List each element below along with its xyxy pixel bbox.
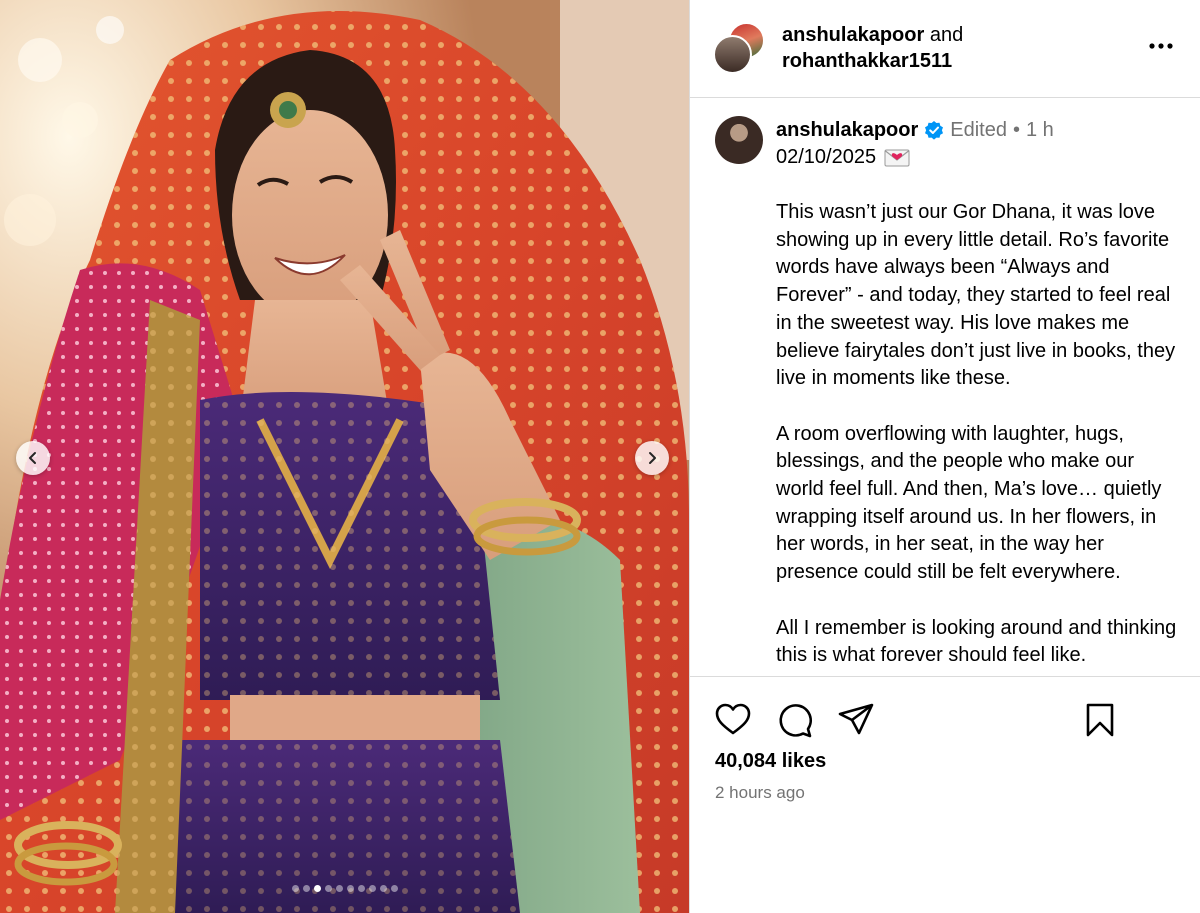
comment-icon[interactable]	[776, 701, 814, 739]
caption-paragraph-3: All I remember is looking around and thi…	[776, 616, 1177, 667]
carousel-dot	[357, 885, 365, 892]
caption-date: 02/10/2025	[776, 146, 877, 168]
caption-paragraph-1: This wasn’t just our Gor Dhana, it was l…	[776, 201, 1176, 390]
header-username-1[interactable]: anshulakapoor	[782, 24, 924, 46]
carousel-dot	[379, 885, 387, 892]
collab-usernames: anshulakapoor and rohanthakkar1511	[782, 22, 963, 74]
caption-text: This wasn’t just our Gor Dhana, it was l…	[776, 199, 1186, 676]
carousel-dot	[390, 885, 398, 892]
bookmark-icon[interactable]	[1081, 701, 1119, 739]
chevron-left-icon	[29, 452, 36, 464]
post-age[interactable]: 1 h	[1026, 117, 1054, 143]
caption-paragraph-2: A room overflowing with laughter, hugs, …	[776, 422, 1162, 584]
caption-date-line: 02/10/2025	[776, 144, 910, 170]
caption-meta: anshulakapoor Edited • 1 h	[776, 117, 1054, 143]
carousel-dot	[324, 885, 332, 892]
post-actions: 40,084 likes 2 hours ago	[690, 676, 1200, 913]
carousel-dot	[302, 885, 310, 892]
post-header: anshulakapoor and rohanthakkar1511	[690, 0, 1200, 98]
carousel-dot	[368, 885, 376, 892]
carousel-next-button[interactable]	[635, 441, 669, 475]
heart-icon[interactable]	[714, 701, 752, 739]
carousel-dots	[0, 885, 689, 892]
verified-badge-icon	[925, 121, 944, 140]
caption-username[interactable]: anshulakapoor	[776, 117, 918, 143]
chevron-right-icon	[649, 452, 656, 464]
carousel-dot	[346, 885, 354, 892]
carousel-dot	[291, 885, 299, 892]
post-timestamp[interactable]: 2 hours ago	[715, 783, 805, 803]
post-photo	[0, 0, 689, 913]
header-username-2[interactable]: rohanthakkar1511	[782, 50, 952, 72]
meta-separator: •	[1012, 119, 1020, 141]
post-sidebar: anshulakapoor and rohanthakkar1511 anshu…	[689, 0, 1200, 913]
post-media[interactable]	[0, 0, 689, 913]
header-and-text: and	[929, 24, 964, 46]
carousel-dot	[313, 885, 321, 892]
avatar-anshulakapoor[interactable]	[713, 35, 752, 74]
carousel-prev-button[interactable]	[16, 441, 50, 475]
more-horizontal-icon[interactable]	[1146, 34, 1176, 58]
likes-count[interactable]: 40,084 likes	[715, 750, 826, 773]
send-icon[interactable]	[837, 701, 875, 739]
love-letter-emoji	[884, 149, 910, 167]
post-caption: anshulakapoor Edited • 1 h 02/10/2025 Th…	[690, 98, 1200, 676]
edited-label: Edited	[950, 119, 1007, 141]
caption-avatar[interactable]	[715, 116, 763, 164]
collab-avatars[interactable]	[713, 22, 765, 74]
carousel-dot	[335, 885, 343, 892]
